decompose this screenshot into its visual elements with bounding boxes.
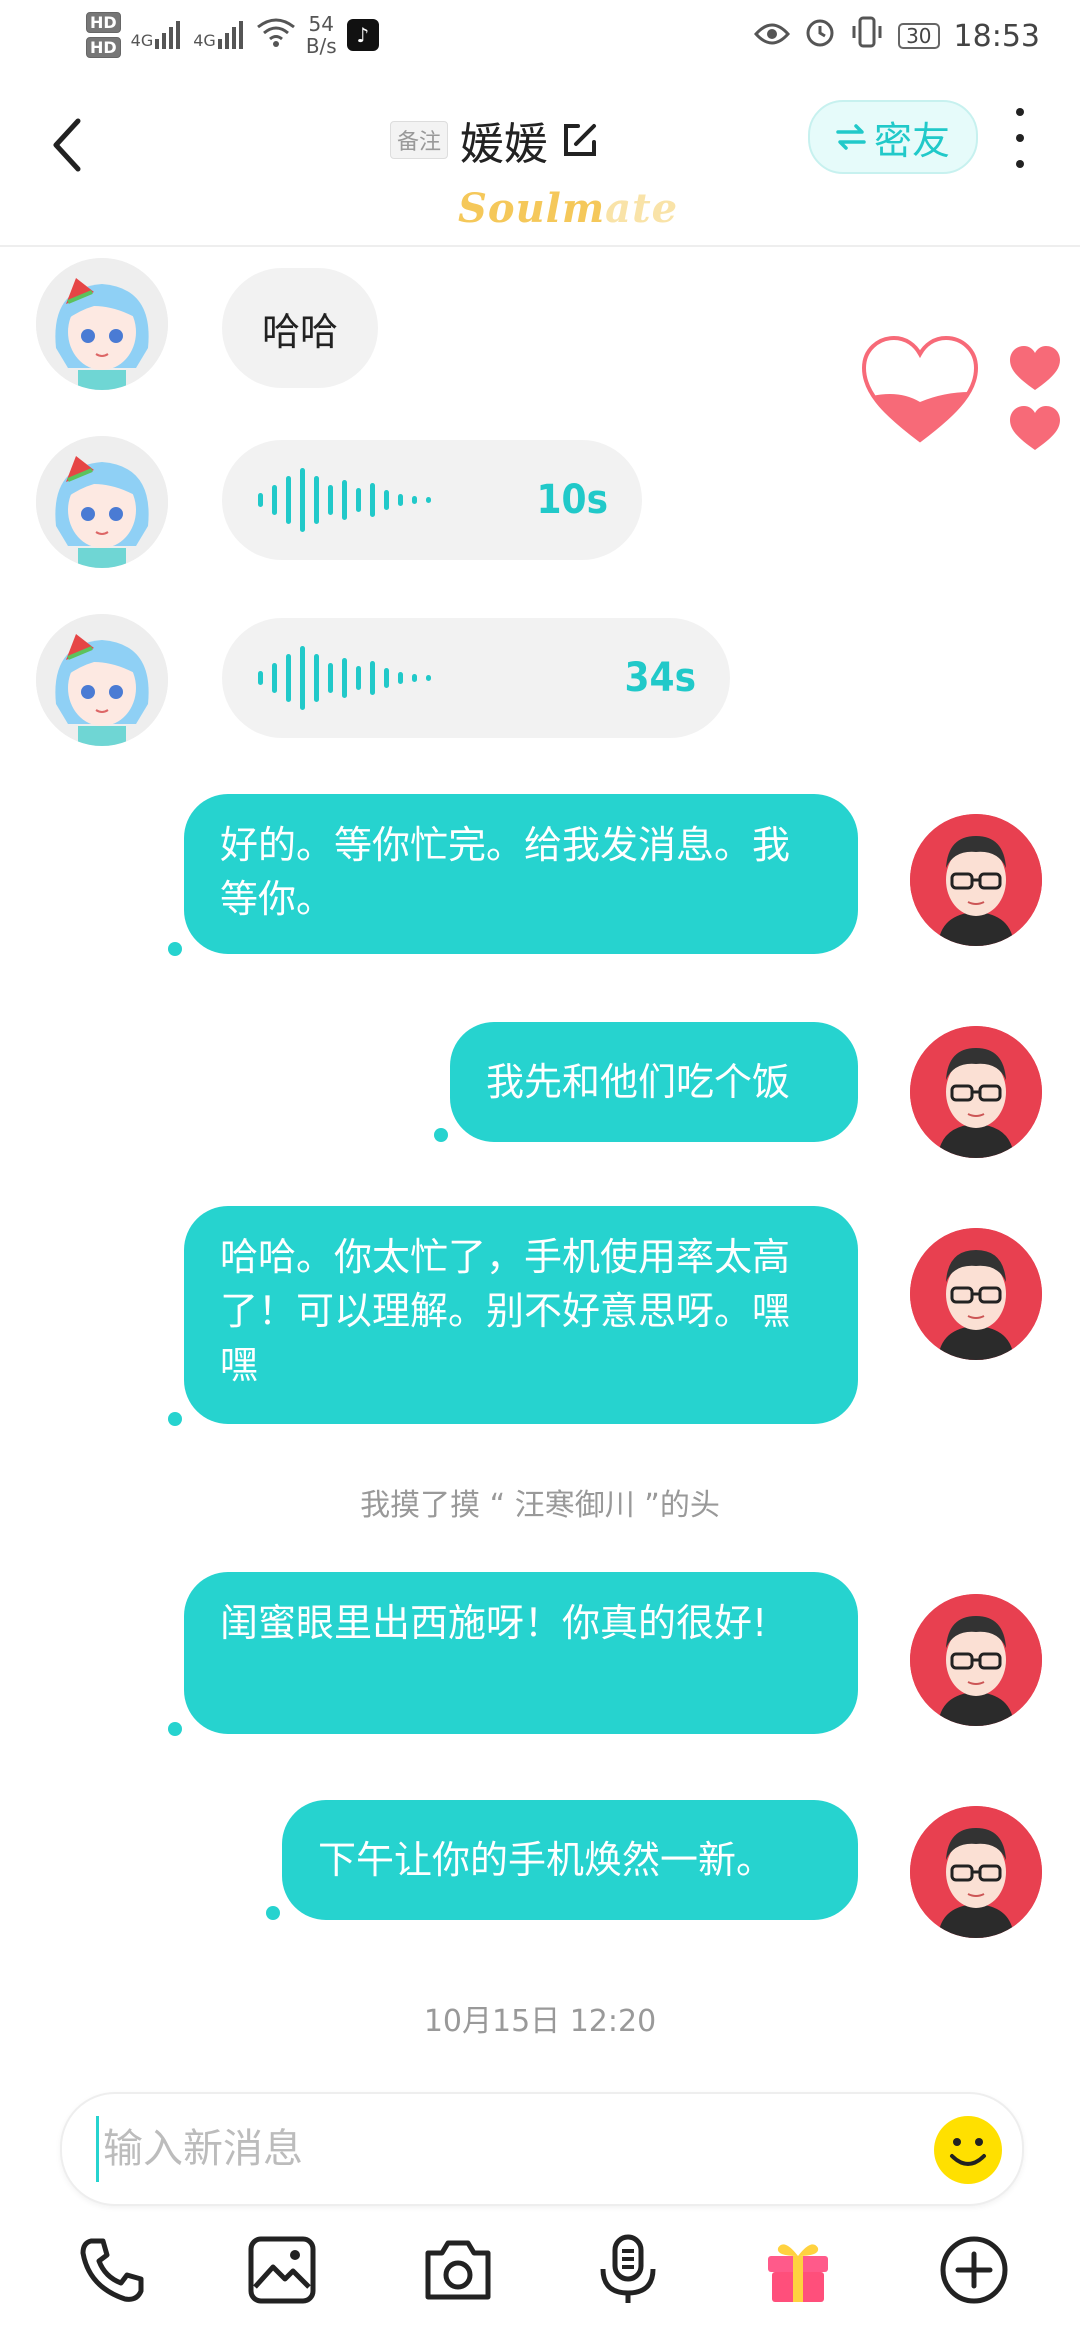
my-avatar[interactable]: [910, 1228, 1042, 1360]
contact-avatar[interactable]: [36, 258, 168, 390]
emoji-button[interactable]: [932, 2114, 1004, 2186]
message-composer: [60, 2092, 1024, 2206]
signal-icon: 4G: [131, 21, 184, 49]
voice-duration: 10s: [536, 477, 608, 523]
waveform-icon: [258, 646, 431, 710]
chat-header: 备注 媛媛 密友 Soulmate: [0, 80, 1080, 247]
bubble-tail: [434, 1128, 448, 1142]
system-message: 我摸了摸 “ 汪寒御川 ”的头: [360, 1488, 720, 1523]
camera-icon[interactable]: [418, 2230, 498, 2310]
voice-duration: 34s: [624, 655, 696, 701]
intimacy-hearts[interactable]: [860, 330, 1080, 460]
gift-icon[interactable]: [758, 2230, 838, 2310]
my-avatar[interactable]: [910, 814, 1042, 946]
bubble-tail: [266, 1906, 280, 1920]
alarm-icon: [804, 16, 836, 56]
clock: 18:53: [953, 18, 1040, 54]
outgoing-message[interactable]: 闺蜜眼里出西施呀！你真的很好!: [184, 1572, 858, 1734]
chevron-left-icon: [53, 118, 81, 172]
message-input[interactable]: [96, 2116, 905, 2182]
my-avatar[interactable]: [910, 1026, 1042, 1158]
network-speed: 54 B/s: [305, 12, 337, 58]
bubble-tail: [168, 942, 182, 956]
edit-icon[interactable]: [560, 119, 602, 161]
swap-icon: [836, 124, 866, 150]
hd-indicator: HD HD: [86, 12, 121, 58]
bottom-toolbar: [0, 2230, 1080, 2340]
plus-icon[interactable]: [934, 2230, 1014, 2310]
timestamp: 10月15日 12:20: [423, 2004, 657, 2039]
vibrate-icon: [850, 16, 884, 56]
battery-indicator: 30: [898, 23, 940, 49]
tiktok-icon: ♪: [346, 19, 379, 51]
contact-avatar[interactable]: [36, 436, 168, 568]
voice-message[interactable]: 10s: [222, 440, 642, 560]
my-avatar[interactable]: [910, 1806, 1042, 1938]
waveform-icon: [258, 468, 431, 532]
image-icon[interactable]: [242, 2230, 322, 2310]
voice-message[interactable]: 34s: [222, 618, 730, 738]
chat-title-area[interactable]: 备注 媛媛: [390, 108, 602, 172]
more-options-button[interactable]: [1005, 108, 1035, 168]
signal-icon-2: 4G: [193, 21, 246, 49]
back-button[interactable]: [50, 110, 100, 180]
outgoing-message[interactable]: 下午让你的手机焕然一新。: [282, 1800, 858, 1920]
incoming-message[interactable]: 哈哈: [222, 268, 378, 388]
heart-icon: [861, 335, 1060, 450]
voice-icon[interactable]: [588, 2230, 668, 2310]
remark-tag: 备注: [390, 121, 449, 159]
status-bar: HD HD 4G 4G 54 B/s ♪ 30 18:53: [0, 0, 1080, 80]
phone-icon[interactable]: [72, 2230, 152, 2310]
outgoing-message[interactable]: 好的。等你忙完。给我发消息。我等你。: [184, 794, 858, 954]
chat-title: 媛媛: [460, 119, 549, 170]
bubble-tail: [168, 1412, 182, 1426]
bubble-tail: [168, 1722, 182, 1736]
soulmate-logo: Soulmate: [458, 185, 679, 232]
outgoing-message[interactable]: 哈哈。你太忙了，手机使用率太高了！可以理解。别不好意思呀。嘿嘿: [184, 1206, 858, 1424]
eye-icon: [754, 19, 791, 54]
outgoing-message[interactable]: 我先和他们吃个饭: [450, 1022, 858, 1142]
contact-avatar[interactable]: [36, 614, 168, 746]
my-avatar[interactable]: [910, 1594, 1042, 1726]
smiley-icon: [934, 2116, 1002, 2184]
close-friend-button[interactable]: 密友: [808, 100, 978, 174]
wifi-icon: [256, 17, 296, 53]
